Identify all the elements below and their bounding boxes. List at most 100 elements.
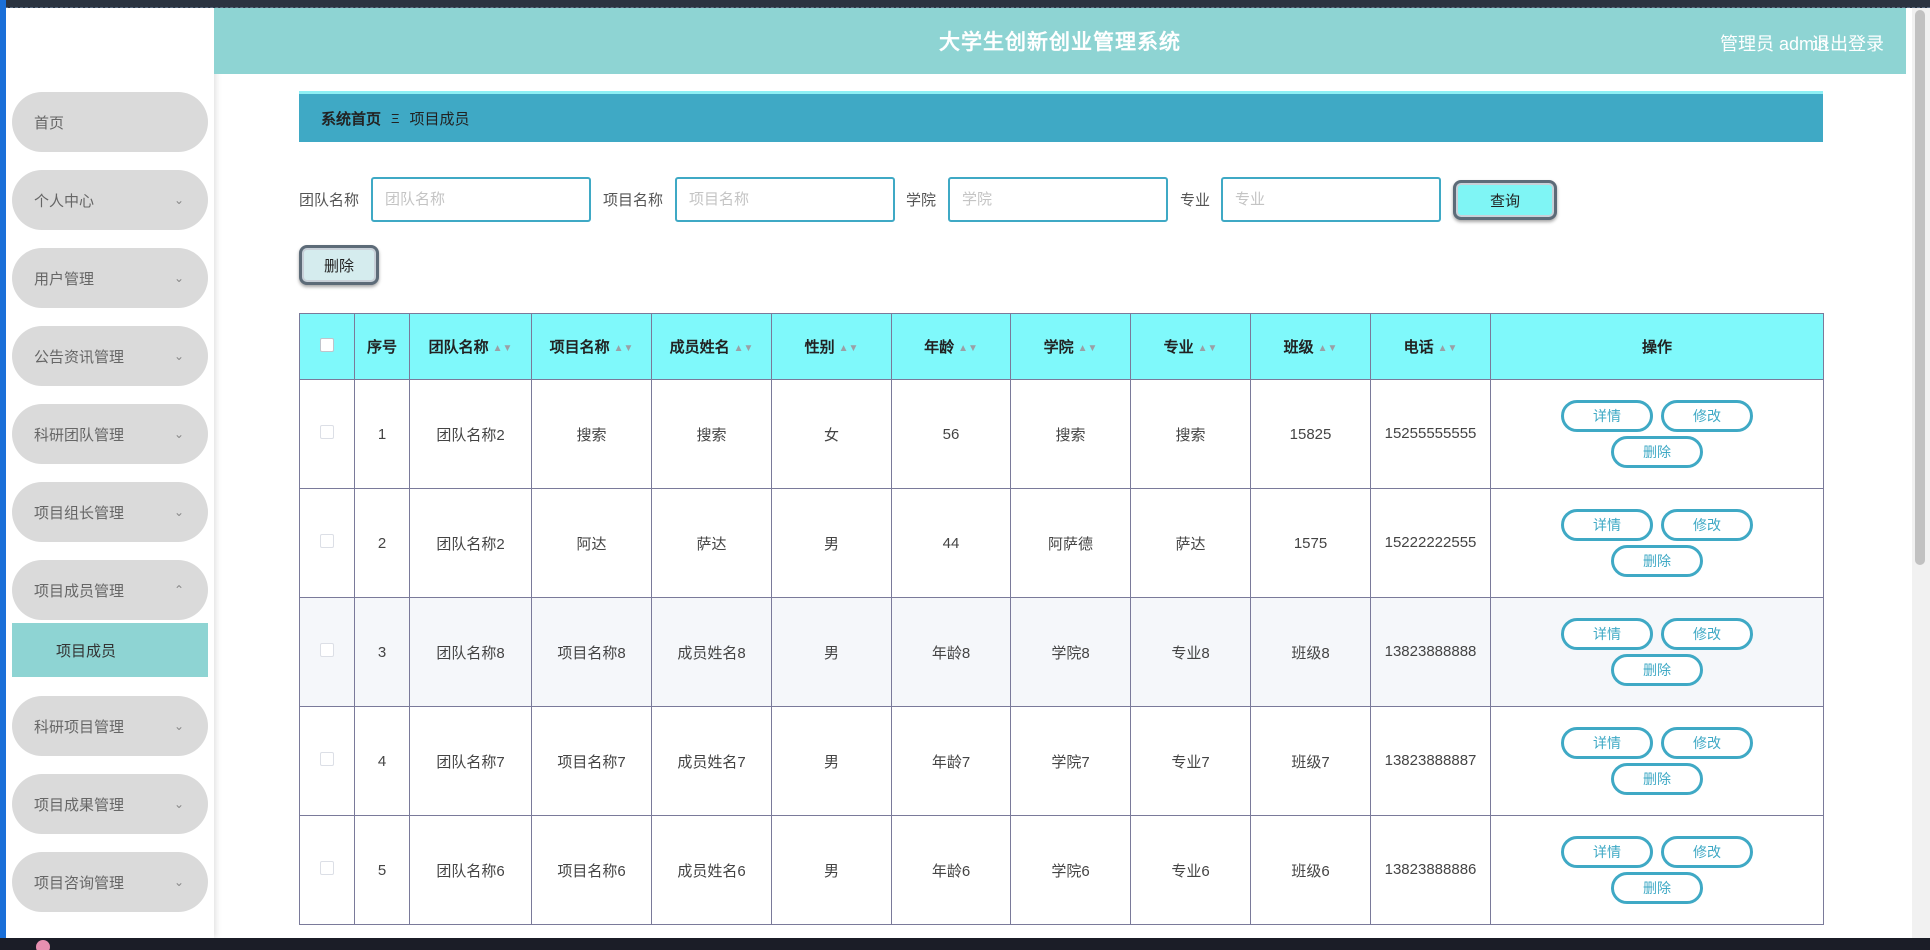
column-header[interactable]: 性别 ▲▼ bbox=[771, 313, 892, 380]
cell-age: 年龄6 bbox=[891, 815, 1011, 925]
chevron-down-icon: ⌄ bbox=[173, 271, 184, 285]
cell-phone: 15255555555 bbox=[1370, 379, 1491, 489]
sort-icon[interactable]: ▲▼ bbox=[614, 343, 634, 354]
sidebar-item-project-leader-management[interactable]: 项目组长管理 ⌄ bbox=[12, 482, 208, 542]
sort-icon[interactable]: ▲▼ bbox=[493, 343, 513, 354]
column-header[interactable]: 项目名称 ▲▼ bbox=[531, 313, 652, 380]
sort-icon[interactable]: ▲▼ bbox=[958, 343, 978, 354]
table-row: 3 团队名称8 项目名称8 成员姓名8 男 年龄8 学院8 专业8 班级8 13… bbox=[299, 597, 1824, 707]
table-row: 2 团队名称2 阿达 萨达 男 44 阿萨德 萨达 1575 152222225… bbox=[299, 488, 1824, 598]
sidebar-item-project-result-management[interactable]: 项目成果管理 ⌄ bbox=[12, 774, 208, 834]
column-header[interactable]: 成员姓名 ▲▼ bbox=[651, 313, 772, 380]
breadcrumb: 系统首页 Ξ 项目成员 bbox=[299, 91, 1823, 142]
detail-button[interactable]: 详情 bbox=[1561, 836, 1653, 868]
batch-delete-button[interactable]: 删除 bbox=[299, 245, 379, 285]
delete-row-button[interactable]: 删除 bbox=[1611, 763, 1703, 795]
chevron-down-icon: ⌄ bbox=[173, 427, 184, 441]
cell-phone: 13823888887 bbox=[1370, 706, 1491, 816]
column-header[interactable]: 年龄 ▲▼ bbox=[891, 313, 1011, 380]
table-row: 1 团队名称2 搜索 搜索 女 56 搜索 搜索 15825 152555555… bbox=[299, 379, 1824, 489]
edit-button[interactable]: 修改 bbox=[1661, 400, 1753, 432]
sidebar-item-label: 用户管理 bbox=[34, 270, 95, 288]
sidebar-item-research-team-management[interactable]: 科研团队管理 ⌄ bbox=[12, 404, 208, 464]
sidebar-item-project-consulting-management[interactable]: 项目咨询管理 ⌄ bbox=[12, 852, 208, 912]
sidebar-subitem-project-member[interactable]: 项目成员 bbox=[12, 623, 208, 677]
column-header[interactable]: 电话 ▲▼ bbox=[1370, 313, 1491, 380]
sort-icon[interactable]: ▲▼ bbox=[1078, 343, 1098, 354]
detail-button[interactable]: 详情 bbox=[1561, 727, 1653, 759]
row-checkbox[interactable] bbox=[320, 861, 334, 875]
delete-row-button[interactable]: 删除 bbox=[1611, 436, 1703, 468]
chevron-down-icon: ⌄ bbox=[173, 875, 184, 889]
major-input[interactable] bbox=[1221, 177, 1441, 222]
window-top-strip bbox=[0, 0, 1930, 8]
column-header[interactable]: 班级 ▲▼ bbox=[1250, 313, 1371, 380]
delete-row-button[interactable]: 删除 bbox=[1611, 654, 1703, 686]
cell-college: 学院7 bbox=[1010, 706, 1131, 816]
edit-button[interactable]: 修改 bbox=[1661, 836, 1753, 868]
row-select-cell bbox=[299, 706, 355, 816]
breadcrumb-home[interactable]: 系统首页 bbox=[321, 108, 381, 129]
chevron-down-icon: ⌄ bbox=[173, 349, 184, 363]
detail-button[interactable]: 详情 bbox=[1561, 509, 1653, 541]
column-header-label: 序号 bbox=[366, 339, 397, 356]
row-checkbox[interactable] bbox=[320, 643, 334, 657]
cell-age: 年龄8 bbox=[891, 597, 1011, 707]
chevron-up-icon: ⌃ bbox=[173, 583, 184, 597]
sidebar-item-project-member-management[interactable]: 项目成员管理 ⌃ bbox=[12, 560, 208, 620]
cell-member: 成员姓名8 bbox=[651, 597, 772, 707]
sort-icon[interactable]: ▲▼ bbox=[1318, 343, 1338, 354]
cell-college: 搜索 bbox=[1010, 379, 1131, 489]
row-checkbox[interactable] bbox=[320, 425, 334, 439]
delete-row-button[interactable]: 删除 bbox=[1611, 545, 1703, 577]
detail-button[interactable]: 详情 bbox=[1561, 618, 1653, 650]
column-header[interactable]: 团队名称 ▲▼ bbox=[409, 313, 532, 380]
sidebar-item-label: 首页 bbox=[34, 114, 65, 132]
row-select-cell bbox=[299, 379, 355, 489]
cell-actions: 详情 修改 删除 bbox=[1490, 488, 1824, 598]
cell-member: 搜索 bbox=[651, 379, 772, 489]
team-name-label: 团队名称 bbox=[299, 192, 360, 209]
sidebar-item-announcement-management[interactable]: 公告资讯管理 ⌄ bbox=[12, 326, 208, 386]
sort-icon[interactable]: ▲▼ bbox=[734, 343, 754, 354]
edit-button[interactable]: 修改 bbox=[1661, 618, 1753, 650]
scrollbar-thumb[interactable] bbox=[1915, 10, 1925, 565]
logout-link[interactable]: 退出登录 bbox=[1812, 30, 1884, 56]
chevron-down-icon: ⌄ bbox=[173, 505, 184, 519]
cell-phone: 13823888888 bbox=[1370, 597, 1491, 707]
chevron-down-icon: ⌄ bbox=[173, 797, 184, 811]
query-button[interactable]: 查询 bbox=[1453, 180, 1557, 220]
column-header-label: 团队名称 bbox=[428, 339, 489, 356]
sort-icon[interactable]: ▲▼ bbox=[1438, 343, 1458, 354]
cell-project: 项目名称8 bbox=[531, 597, 652, 707]
select-all-checkbox[interactable] bbox=[320, 337, 334, 352]
edit-button[interactable]: 修改 bbox=[1661, 509, 1753, 541]
cell-class: 班级6 bbox=[1250, 815, 1371, 925]
team-name-input[interactable] bbox=[371, 177, 591, 222]
column-header[interactable]: 学院 ▲▼ bbox=[1010, 313, 1131, 380]
sort-icon[interactable]: ▲▼ bbox=[839, 343, 859, 354]
cell-major: 专业7 bbox=[1130, 706, 1251, 816]
project-name-input[interactable] bbox=[675, 177, 895, 222]
row-select-cell bbox=[299, 488, 355, 598]
sidebar-item-research-project-management[interactable]: 科研项目管理 ⌄ bbox=[12, 696, 208, 756]
cell-team: 团队名称6 bbox=[409, 815, 532, 925]
sidebar-item-user-management[interactable]: 用户管理 ⌄ bbox=[12, 248, 208, 308]
delete-row-button[interactable]: 删除 bbox=[1611, 872, 1703, 904]
column-header-label: 项目名称 bbox=[549, 339, 610, 356]
sidebar-item-home[interactable]: 首页 bbox=[12, 92, 208, 152]
detail-button[interactable]: 详情 bbox=[1561, 400, 1653, 432]
row-checkbox[interactable] bbox=[320, 534, 334, 548]
taskbar-app-icon[interactable] bbox=[36, 940, 50, 950]
select-all-cell bbox=[299, 313, 355, 380]
cell-major: 萨达 bbox=[1130, 488, 1251, 598]
column-header[interactable]: 专业 ▲▼ bbox=[1130, 313, 1251, 380]
cell-age: 44 bbox=[891, 488, 1011, 598]
college-input[interactable] bbox=[948, 177, 1168, 222]
cell-no: 2 bbox=[354, 488, 410, 598]
sort-icon[interactable]: ▲▼ bbox=[1198, 343, 1218, 354]
sidebar-item-label: 科研团队管理 bbox=[34, 426, 125, 444]
edit-button[interactable]: 修改 bbox=[1661, 727, 1753, 759]
cell-major: 专业8 bbox=[1130, 597, 1251, 707]
row-checkbox[interactable] bbox=[320, 752, 334, 766]
